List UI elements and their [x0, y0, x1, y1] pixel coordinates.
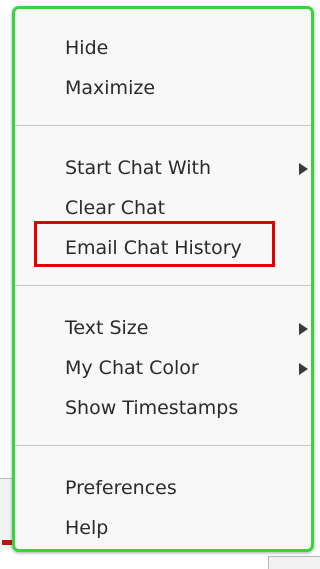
chevron-right-icon [299, 323, 308, 335]
menu-item-preferences[interactable]: Preferences [15, 471, 311, 505]
menu-item-maximize[interactable]: Maximize [15, 71, 311, 105]
menu-item-label: Text Size [65, 317, 149, 339]
menu-item-label: Clear Chat [65, 197, 166, 219]
menu-item-label: Hide [65, 37, 109, 59]
screen: Hide Maximize Start Chat With Clear Chat… [0, 0, 320, 569]
menu-item-start-chat-with[interactable]: Start Chat With [15, 151, 311, 185]
menu-item-label: Help [65, 517, 109, 539]
menu-item-hide[interactable]: Hide [15, 31, 311, 65]
chevron-right-icon [299, 363, 308, 375]
menu-item-my-chat-color[interactable]: My Chat Color [15, 351, 311, 385]
menu-item-label: My Chat Color [65, 357, 199, 379]
menu-separator [15, 125, 311, 126]
menu-item-label: Preferences [65, 477, 177, 499]
menu-separator [15, 445, 311, 446]
chevron-right-icon [299, 163, 308, 175]
chat-context-menu: Hide Maximize Start Chat With Clear Chat… [12, 6, 314, 552]
menu-item-label: Start Chat With [65, 157, 212, 179]
menu-item-help[interactable]: Help [15, 511, 311, 545]
menu-item-text-size[interactable]: Text Size [15, 311, 311, 345]
menu-item-clear-chat[interactable]: Clear Chat [15, 191, 311, 225]
highlight-annotation-box [34, 221, 275, 267]
menu-item-label: Show Timestamps [65, 397, 239, 419]
menu-item-show-timestamps[interactable]: Show Timestamps [15, 391, 311, 425]
menu-item-label: Maximize [65, 77, 156, 99]
background-window-corner [268, 556, 320, 569]
menu-separator [15, 285, 311, 286]
